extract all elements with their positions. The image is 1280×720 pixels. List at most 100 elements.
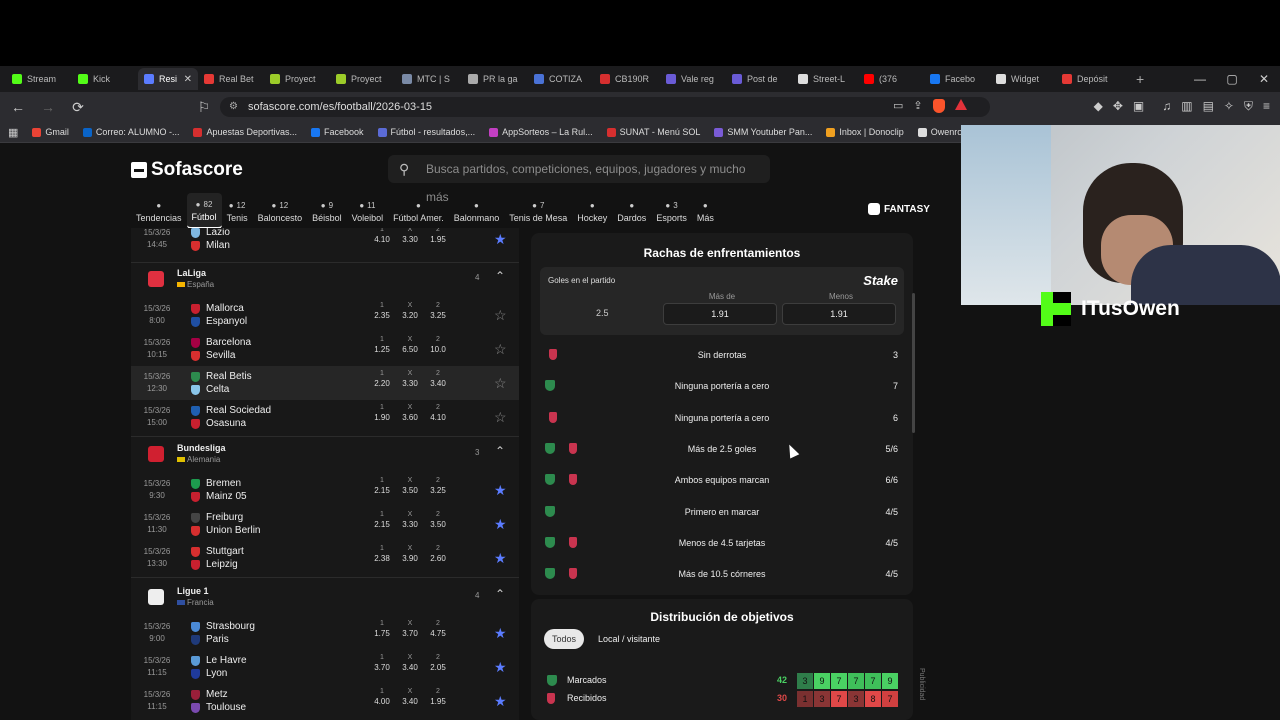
menu-icon[interactable]: ≡ <box>1263 99 1270 114</box>
address-bar[interactable]: ⚙ sofascore.com/es/football/2026-03-15 <box>220 97 990 117</box>
brave-rewards-icon[interactable] <box>954 99 967 110</box>
odds-value[interactable]: 3.30 <box>396 520 424 529</box>
match-row[interactable]: 15/3/26 14:45 Lazio Milan 1 X 2 4.10 3.30 1.95 ★ <box>131 228 519 256</box>
leo-icon[interactable]: ✧ <box>1224 99 1234 114</box>
minimize-icon[interactable]: — <box>1184 66 1216 92</box>
match-row[interactable]: 15/3/26 11:15 Le Havre Lyon 1 X 2 3.70 3.40 2.05 ★ <box>131 650 519 684</box>
wallet-icon[interactable]: ◆ <box>1094 99 1103 114</box>
fantasy-button[interactable]: FANTASY <box>868 203 930 215</box>
odds-value[interactable]: 3.20 <box>396 311 424 320</box>
sport-tab-baloncesto[interactable]: ● 12 Baloncesto <box>253 193 308 229</box>
odds-value[interactable]: 2.05 <box>424 663 452 672</box>
bookmark-item[interactable]: Apuestas Deportivas... <box>193 127 297 137</box>
odds-value[interactable]: 1.90 <box>368 413 396 422</box>
odds-value[interactable]: 2.38 <box>368 554 396 563</box>
odds-value[interactable]: 3.90 <box>396 554 424 563</box>
favorite-star-icon[interactable]: ☆ <box>494 409 507 426</box>
browser-tab[interactable]: Proyect <box>264 68 330 90</box>
sport-tab-tendencias[interactable]: ● Tendencias <box>131 193 187 229</box>
sport-tab-esports[interactable]: ● 3 Esports <box>651 193 692 229</box>
sport-tab-m-s[interactable]: ● Más <box>692 193 719 229</box>
sport-tab-balonmano[interactable]: ● Balonmano <box>449 193 505 229</box>
odds-value[interactable]: 1.95 <box>424 235 452 244</box>
bookmark-item[interactable]: Facebook <box>311 127 364 137</box>
chevron-up-icon[interactable]: ⌃ <box>495 587 505 601</box>
match-row[interactable]: 15/3/26 11:15 Metz Toulouse 1 X 2 4.00 3.40 1.95 ★ <box>131 684 519 718</box>
league-header[interactable]: LaLiga España 4 ⌃ <box>131 264 519 298</box>
odds-value[interactable]: 10.0 <box>424 345 452 354</box>
sport-tab-dardos[interactable]: ● Dardos <box>612 193 651 229</box>
match-row[interactable]: 15/3/26 9:30 Bremen Mainz 05 1 X 2 2.15 3.50 3.25… <box>131 473 519 507</box>
browser-tab[interactable]: Kick <box>72 68 138 90</box>
browser-tab[interactable]: Stream <box>6 68 72 90</box>
reload-icon[interactable]: ⟳ <box>70 99 86 116</box>
screen-icon[interactable]: ▭ <box>893 99 903 113</box>
odds-value[interactable]: 4.00 <box>368 697 396 706</box>
media-icon[interactable]: ♫ <box>1162 99 1171 114</box>
browser-tab[interactable]: Proyect <box>330 68 396 90</box>
bookmark-item[interactable]: Fútbol - resultados,... <box>377 127 475 137</box>
under-odds-button[interactable]: 1.91 <box>782 303 896 325</box>
odds-value[interactable]: 3.30 <box>396 379 424 388</box>
odds-value[interactable]: 3.50 <box>424 520 452 529</box>
browser-tab[interactable]: Street-L <box>792 68 858 90</box>
browser-tab[interactable]: Post de <box>726 68 792 90</box>
extensions-icon[interactable]: ✥ <box>1113 99 1123 114</box>
match-row[interactable]: 15/3/26 11:30 Freiburg Union Berlin 1 X 2 2.15 3… <box>131 507 519 541</box>
sport-tab-f-tbol-amer-[interactable]: ● Fútbol Amer. <box>388 193 449 229</box>
match-row[interactable]: 15/3/26 13:30 Stuttgart Leipzig 1 X 2 2.38 3.90 2… <box>131 541 519 575</box>
odds-value[interactable]: 6.50 <box>396 345 424 354</box>
odds-value[interactable]: 2.60 <box>424 554 452 563</box>
tab-todos[interactable]: Todos <box>544 629 585 649</box>
browser-tab[interactable]: Vale reg <box>660 68 726 90</box>
bookmark-item[interactable]: SMM Youtuber Pan... <box>714 127 812 137</box>
odds-value[interactable]: 4.75 <box>424 629 452 638</box>
browser-tab[interactable]: Resi ✕ <box>138 68 198 90</box>
back-icon[interactable]: ← <box>10 99 26 115</box>
favorite-star-icon[interactable]: ★ <box>494 625 507 642</box>
bookmark-icon[interactable]: ⚐ <box>196 99 212 116</box>
odds-value[interactable]: 3.70 <box>396 629 424 638</box>
panel-scrollbar[interactable] <box>912 293 915 433</box>
forward-icon[interactable]: → <box>40 99 56 115</box>
apps-icon[interactable]: ▦ <box>8 126 18 139</box>
sport-tab-tenis-de-mesa[interactable]: ● 7 Tenis de Mesa <box>504 193 572 229</box>
odds-value[interactable]: 3.70 <box>368 663 396 672</box>
match-row[interactable]: 15/3/26 12:30 Real Betis Celta 1 X 2 2.20 3.30 3.… <box>131 366 519 400</box>
sport-tab-b-isbol[interactable]: ● 9 Béisbol <box>307 193 347 229</box>
favorite-star-icon[interactable]: ★ <box>494 550 507 567</box>
odds-value[interactable]: 4.10 <box>368 235 396 244</box>
maximize-icon[interactable]: ▢ <box>1216 66 1248 92</box>
sport-tab-f-tbol[interactable]: ● 82 Fútbol <box>186 193 222 229</box>
favorite-star-icon[interactable]: ☆ <box>494 307 507 324</box>
browser-tab[interactable]: Widget <box>990 68 1056 90</box>
odds-value[interactable]: 3.40 <box>424 379 452 388</box>
bookmark-item[interactable]: Gmail <box>32 127 69 137</box>
stake-logo[interactable]: Stake <box>863 273 898 288</box>
match-row[interactable]: 15/3/26 15:00 Real Sociedad Osasuna 1 X 2 1.90 3… <box>131 400 519 434</box>
odds-value[interactable]: 2.15 <box>368 486 396 495</box>
browser-tab[interactable]: COTIZA <box>528 68 594 90</box>
tab-search-icon[interactable]: ▣ <box>1133 99 1144 114</box>
bookmark-item[interactable]: Correo: ALUMNO -... <box>82 127 179 137</box>
sport-tab-voleibol[interactable]: ● 11 Voleibol <box>347 193 389 229</box>
chevron-up-icon[interactable]: ⌃ <box>495 269 505 283</box>
wallet2-icon[interactable]: ▤ <box>1203 99 1214 114</box>
odds-value[interactable]: 2.35 <box>368 311 396 320</box>
odds-value[interactable]: 3.25 <box>424 311 452 320</box>
browser-tab[interactable]: (376 <box>858 68 924 90</box>
favorite-star-icon[interactable]: ★ <box>494 482 507 499</box>
sidebar-icon[interactable]: ▥ <box>1181 99 1192 114</box>
tab-local-visitante[interactable]: Local / visitante <box>590 629 668 649</box>
close-tab-icon[interactable]: ✕ <box>184 74 192 85</box>
league-header[interactable]: Ligue 1 Francia 4 ⌃ <box>131 582 519 616</box>
close-window-icon[interactable]: ✕ <box>1248 66 1280 92</box>
sport-tab-hockey[interactable]: ● Hockey <box>572 193 612 229</box>
odds-value[interactable]: 3.50 <box>396 486 424 495</box>
odds-value[interactable]: 3.30 <box>396 235 424 244</box>
chevron-up-icon[interactable]: ⌃ <box>495 444 505 458</box>
odds-value[interactable]: 2.20 <box>368 379 396 388</box>
bookmark-item[interactable]: AppSorteos – La Rul... <box>489 127 593 137</box>
favorite-star-icon[interactable]: ★ <box>494 516 507 533</box>
vpn-icon[interactable]: ⛨ <box>1244 99 1253 114</box>
